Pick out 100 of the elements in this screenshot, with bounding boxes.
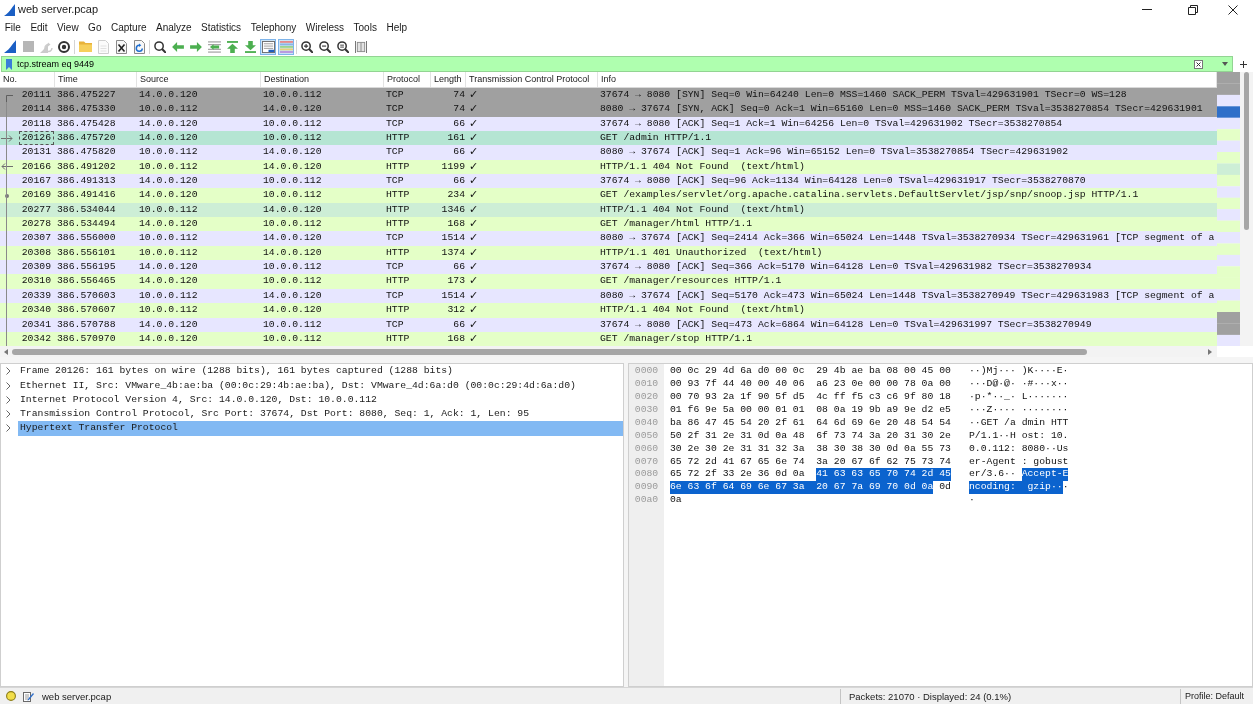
destination-address: 10.0.0.112 <box>262 188 323 203</box>
fin-icon <box>4 40 16 53</box>
packet-number: 20309 <box>20 260 52 275</box>
menu-item[interactable]: File <box>0 19 26 37</box>
source-address: 14.0.0.120 <box>138 116 199 131</box>
packet-row[interactable]: 20278 386.534494 14.0.0.120 10.0.0.112 HTTP 168 ✓ GET /manager/html HTTP/1.1 <box>0 217 1217 232</box>
toolbar-button[interactable] <box>299 38 315 55</box>
destination-address: 14.0.0.120 <box>262 303 323 318</box>
menu-item[interactable]: View <box>52 19 84 37</box>
packet-length: 234 <box>446 188 466 203</box>
toolbar-button[interactable] <box>317 38 333 55</box>
packet-row[interactable]: 20340 386.570607 10.0.0.112 14.0.0.120 HTTP 312 ✓ HTTP/1.1 404 Not Found (text/html) <box>0 303 1217 318</box>
hex-bytes: 41 63 63 65 70 74 2d 45 <box>816 468 951 482</box>
protocol-name: TCP <box>385 145 405 160</box>
destination-address: 14.0.0.120 <box>262 245 323 260</box>
packet-number: 20341 <box>20 317 52 332</box>
menu-item[interactable]: Telephony <box>245 19 301 37</box>
protocol-name: HTTP <box>385 159 411 174</box>
tcp-check-mark: ✓ <box>468 274 480 289</box>
column-header[interactable]: Source <box>137 72 261 87</box>
toolbar-button[interactable] <box>260 38 276 55</box>
scrollbar-thumb[interactable] <box>12 348 1087 355</box>
toolbar-button[interactable] <box>2 38 18 55</box>
note-pencil-icon <box>23 690 34 702</box>
menu-item[interactable]: Capture <box>106 19 152 37</box>
packet-row[interactable]: 20167 386.491313 14.0.0.120 10.0.0.112 TCP 66 ✓ 37674 → 8080 [ACK] Seq=96 Ack=1134 Win=64128 Len=0 TSval=429631917 TSecr=3538270870 <box>0 174 1217 189</box>
packet-row[interactable]: 20131 386.475820 10.0.0.112 14.0.0.120 TCP 66 ✓ 8080 → 37674 [ACK] Seq=1 Ack=96 Win=65152 Len=0 TSval=3538270854 TSecr=429631902 <box>0 145 1217 160</box>
packet-info: 37674 → 8080 [ACK] Seq=473 Ack=6864 Win=64128 Len=0 TSval=429631997 TSecr=3538270949 <box>599 317 1093 332</box>
hex-bytes: 01 f6 9e 5a 00 00 01 01 08 0a 19 9b a9 9e d2 e5 <box>670 403 951 417</box>
protocol-name: TCP <box>385 174 405 189</box>
horizontal-scrollbar[interactable] <box>0 346 1217 358</box>
profile-label[interactable]: Profile: Default <box>1185 688 1245 704</box>
source-address: 14.0.0.120 <box>138 188 199 203</box>
tcp-check-mark: ✓ <box>468 245 480 261</box>
packet-time: 386.491313 <box>56 174 117 189</box>
column-resize-icon <box>355 40 367 53</box>
destination-address: 14.0.0.120 <box>262 202 323 217</box>
hex-bytes: 50 2f 31 2e 31 0d 0a 48 6f 73 74 3a 20 31 30 2e <box>670 429 951 443</box>
tree-item[interactable]: Frame 20126: 161 bytes on wire (1288 bits), 161 bytes captured (1288 bits) <box>18 364 623 379</box>
protocol-name: HTTP <box>385 217 411 232</box>
toolbar-button[interactable] <box>113 38 129 55</box>
packet-minimap[interactable] <box>1217 72 1240 347</box>
packet-time: 386.475330 <box>56 102 117 117</box>
menu-item[interactable]: Go <box>83 19 107 37</box>
close-icon <box>1228 4 1238 15</box>
display-filter-field[interactable]: tcp.stream eq 9449 <box>1 56 1233 72</box>
packet-row[interactable]: 20111 386.475227 14.0.0.120 10.0.0.112 TCP 74 ✓ 37674 → 8080 [SYN] Seq=0 Win=64240 Len=0 MSS=1460 SACK_PERM TSval=429631901 TSecr=0 WS=128 <box>0 88 1217 103</box>
packet-length: 74 <box>452 102 466 117</box>
column-header[interactable]: Protocol <box>384 72 431 87</box>
toolbar-button[interactable] <box>56 38 72 55</box>
packet-number: 20169 <box>20 188 52 203</box>
ascii-text: ···D@·@· ·#···x·· <box>969 378 1069 392</box>
vertical-scrollbar[interactable] <box>1240 72 1253 347</box>
menu-item[interactable]: Wireless <box>300 19 349 37</box>
toolbar-button[interactable] <box>335 38 351 55</box>
toolbar-button[interactable] <box>152 38 168 55</box>
packet-row[interactable]: 20307 386.556000 10.0.0.112 14.0.0.120 TCP 1514 ✓ 8080 → 37674 [ACK] Seq=2414 Ack=366 Win=65024 Len=1448 TSval=3538270934 TSecr=429631961 [TCP segment of a <box>0 231 1217 246</box>
packet-length: 74 <box>452 88 466 102</box>
tree-item[interactable]: Hypertext Transfer Protocol <box>18 421 623 436</box>
tcp-check-mark: ✓ <box>468 303 480 318</box>
packet-number: 20342 <box>20 331 52 346</box>
ascii-text: · <box>1062 481 1069 495</box>
ring-icon <box>58 40 70 53</box>
byte-offset: 0030 <box>633 403 660 417</box>
column-header[interactable]: Destination <box>261 72 384 87</box>
zoom-in-icon <box>301 40 313 53</box>
destination-address: 14.0.0.120 <box>262 288 323 303</box>
menu-item[interactable]: Tools <box>348 19 382 37</box>
menu-item[interactable]: Help <box>381 19 412 37</box>
destination-address: 10.0.0.112 <box>262 274 323 289</box>
menu-item[interactable]: Analyze <box>151 19 197 37</box>
tree-item[interactable]: Transmission Control Protocol, Src Port: 37674, Dst Port: 8080, Seq: 1, Ack: 1, Len: 95 <box>18 407 623 422</box>
packet-number: 20340 <box>20 303 52 318</box>
packet-row[interactable]: 20309 386.556195 14.0.0.120 10.0.0.112 TCP 66 ✓ 37674 → 8080 [ACK] Seq=366 Ack=5170 Win=64128 Len=0 TSval=429631982 TSecr=3538270934 <box>0 260 1217 275</box>
column-header[interactable]: Time <box>55 72 137 87</box>
packet-length: 1514 <box>440 288 466 303</box>
column-header[interactable]: Length <box>431 72 466 87</box>
source-address: 14.0.0.120 <box>138 88 199 102</box>
packet-counts: Packets: 21070 · Displayed: 24 (0.1%) <box>849 689 1012 704</box>
packet-length: 168 <box>446 331 466 346</box>
arrow-up-bar-icon <box>226 40 238 53</box>
packet-row[interactable]: 20114 386.475330 10.0.0.112 14.0.0.120 TCP 74 ✓ 8080 → 37674 [SYN, ACK] Seq=0 Ack=1 Win=65160 Len=0 MSS=1460 SACK_PERM TSval=3538270854 TSecr=429631901 <box>0 102 1217 117</box>
scrollbar-thumb[interactable] <box>1244 72 1249 230</box>
menu-item[interactable]: Statistics <box>196 19 246 37</box>
column-header[interactable]: No. <box>0 72 55 87</box>
column-header[interactable]: Transmission Control Protocol <box>466 72 598 87</box>
destination-address: 10.0.0.112 <box>262 260 323 275</box>
menu-item[interactable]: Edit <box>25 19 53 37</box>
packet-number: 20114 <box>20 102 52 117</box>
packet-row[interactable]: 20310 386.556465 14.0.0.120 10.0.0.112 HTTP 173 ✓ GET /manager/resources HTTP/1.1 <box>0 274 1217 289</box>
tree-item[interactable]: Internet Protocol Version 4, Src: 14.0.0.120, Dst: 10.0.0.112 <box>18 392 623 408</box>
packet-row[interactable]: 20126 386.475720 14.0.0.120 10.0.0.112 HTTP 161 ✓ GET /admin HTTP/1.1 <box>0 131 1217 146</box>
packet-info: HTTP/1.1 401 Unauthorized (text/html) <box>599 245 824 260</box>
tree-item[interactable]: Ethernet II, Src: VMware_4b:ae:ba (00:0c:29:4b:ae:ba), Dst: VMware_4d:6a:d0 (00:0c:29:4d:6a:d0) <box>18 378 623 393</box>
packet-row[interactable]: 20169 386.491416 14.0.0.120 10.0.0.112 HTTP 234 ✓ GET /examples/servlet/org.apache.catalina.servlets.DefaultServlet/jsp/snp/snoop.jsp HTTP/1.1 <box>0 188 1217 203</box>
packet-time: 386.556465 <box>56 274 117 289</box>
source-address: 14.0.0.120 <box>138 331 199 346</box>
fin-refresh-icon <box>39 40 53 53</box>
destination-address: 10.0.0.112 <box>262 88 323 102</box>
packet-info: 8080 → 37674 [ACK] Seq=1 Ack=96 Win=65152 Len=0 TSval=3538270854 TSecr=429631902 <box>599 145 1070 160</box>
